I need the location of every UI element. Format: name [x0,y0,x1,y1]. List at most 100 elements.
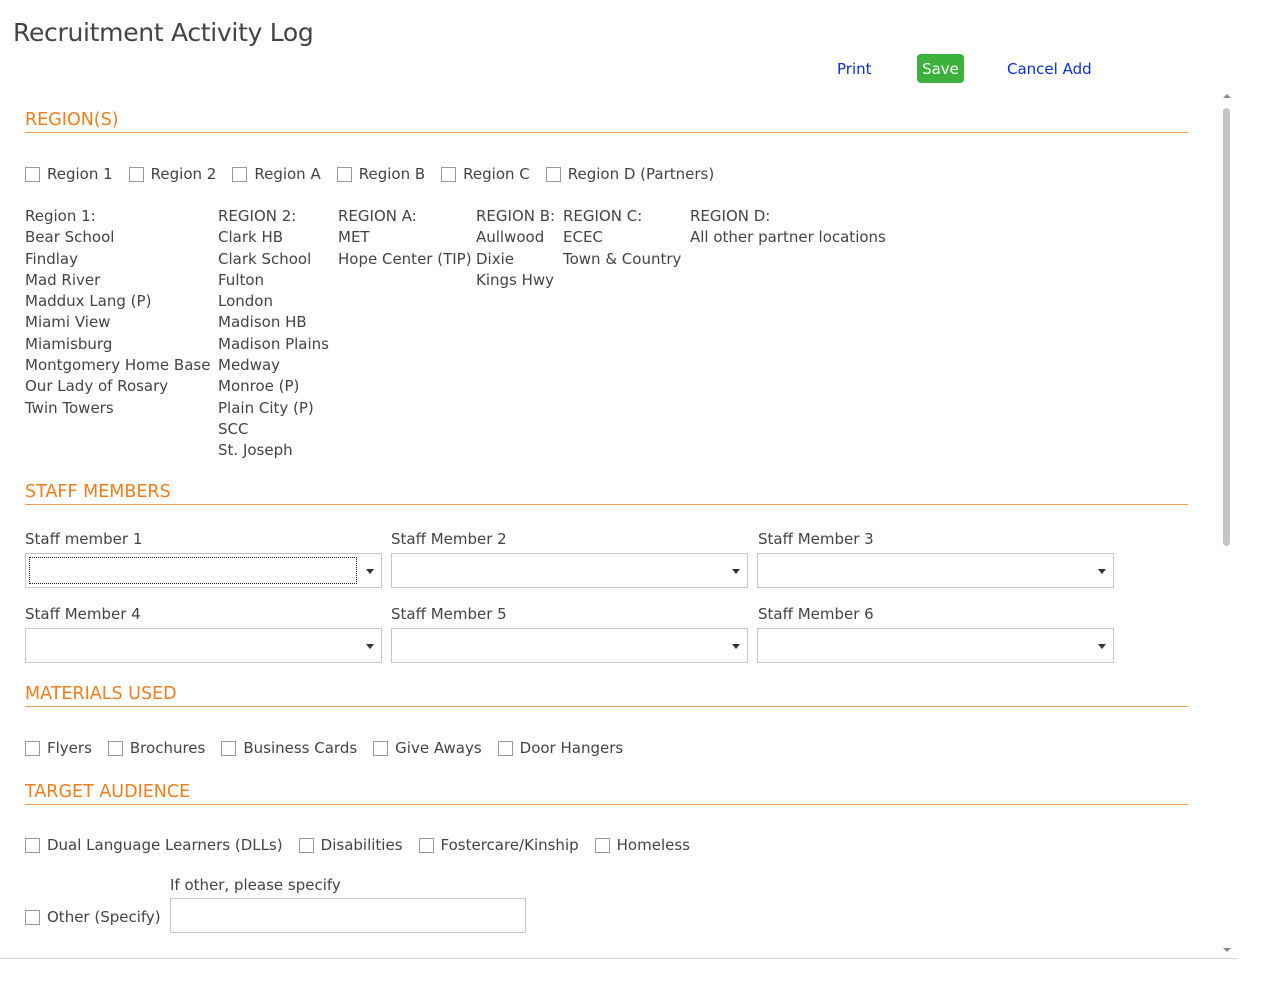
location-item: Kings Hwy [476,270,555,289]
location-item: Hope Center (TIP) [338,249,472,268]
location-item: ECEC [563,228,603,247]
form-scroll-area: REGION(S) Region 1 Region 2 Region A Reg… [0,90,1238,958]
staff-member-6-select[interactable] [757,628,1114,663]
materials-checkbox-row: Flyers Brochures Business Cards Give Awa… [25,739,639,757]
region-heading: REGION A: [338,207,417,225]
staff-member-2-label: Staff Member 2 [391,530,507,548]
checkbox-box[interactable] [497,740,513,756]
location-item: All other partner locations [690,228,886,247]
checkbox-box[interactable] [336,166,352,182]
checkbox-box[interactable] [373,740,389,756]
checkbox-box[interactable] [441,166,457,182]
checkbox-box[interactable] [232,166,248,182]
checkbox-box[interactable] [221,740,237,756]
location-item: Clark HB [218,228,284,247]
audience-checkbox-row: Dual Language Learners (DLLs) Disabiliti… [25,836,706,854]
location-item: Findlay [25,249,78,268]
staff-member-3-label: Staff Member 3 [758,530,874,548]
checkbox-box[interactable] [107,740,123,756]
scroll-down-arrow-icon[interactable] [1223,948,1231,952]
location-item: Medway [218,356,281,375]
staff-member-3-select[interactable] [757,553,1114,588]
region-heading: REGION D: [690,207,771,225]
region-heading: REGION B: [476,207,556,225]
chevron-down-icon [732,644,740,649]
other-specify-input[interactable] [170,898,526,933]
checkbox-box[interactable] [25,166,40,182]
brochures-checkbox[interactable]: Brochures [107,739,205,757]
focus-ring [29,557,357,584]
checkbox-box[interactable] [545,166,561,182]
location-item: Plain City (P) [218,398,314,417]
location-item: Town & Country [563,249,682,268]
business-cards-checkbox[interactable]: Business Cards [221,739,357,757]
staff-member-5-select[interactable] [391,628,748,663]
location-item: Dixie [476,249,514,268]
staff-member-6-label: Staff Member 6 [758,605,874,623]
region-b-checkbox[interactable]: Region B [336,165,425,183]
location-item: Miami View [25,313,111,332]
location-item: Madison Plains [218,334,329,353]
checkbox-box[interactable] [594,837,610,853]
checkbox-box[interactable] [25,837,40,853]
location-item: Twin Towers [25,398,114,417]
location-item: Aullwood [476,228,545,247]
page-title: Recruitment Activity Log [13,18,314,47]
region-c-list: REGION C: ECEC Town & Country [563,206,681,270]
chevron-down-icon [1098,569,1106,574]
location-item: Montgomery Home Base [25,356,211,375]
checkbox-box[interactable] [418,837,434,853]
location-item: Bear School [25,228,115,247]
region-heading: Region 1: [25,207,96,225]
staff-member-4-select[interactable] [25,628,382,663]
location-item: Miamisburg [25,334,113,353]
scrollbar-thumb[interactable] [1223,108,1230,546]
other-checkbox-row: Other (Specify) [25,908,177,926]
homeless-checkbox[interactable]: Homeless [594,836,690,854]
chevron-down-icon [366,644,374,649]
chevron-down-icon [1098,644,1106,649]
location-item: MET [338,228,370,247]
section-header-audience: TARGET AUDIENCE [25,782,1188,805]
checkbox-box[interactable] [128,166,144,182]
cancel-add-link[interactable]: Cancel Add [1007,60,1092,78]
region-1-list: Region 1: Bear School Findlay Mad River … [25,206,210,419]
region-b-list: REGION B: Aullwood Dixie Kings Hwy [476,206,555,291]
section-header-staff: STAFF MEMBERS [25,482,1188,505]
checkbox-box[interactable] [25,740,40,756]
region-2-checkbox[interactable]: Region 2 [128,165,216,183]
staff-member-1-select[interactable] [25,553,382,588]
location-item: Monroe (P) [218,377,300,396]
checkbox-box[interactable] [25,909,40,925]
region-d-checkbox[interactable]: Region D (Partners) [545,165,714,183]
other-specify-label: If other, please specify [170,876,341,894]
vertical-scrollbar[interactable] [1219,90,1235,958]
region-a-checkbox[interactable]: Region A [232,165,321,183]
scroll-up-arrow-icon[interactable] [1223,94,1231,98]
location-item: London [218,292,273,311]
region-heading: REGION 2: [218,207,297,225]
location-item: Clark School [218,249,312,268]
divider [0,958,1238,959]
other-specify-checkbox[interactable]: Other (Specify) [25,908,161,926]
flyers-checkbox[interactable]: Flyers [25,739,92,757]
staff-member-1-label: Staff member 1 [25,530,143,548]
region-heading: REGION C: [563,207,643,225]
region-c-checkbox[interactable]: Region C [441,165,530,183]
disabilities-checkbox[interactable]: Disabilities [298,836,403,854]
region-1-checkbox[interactable]: Region 1 [25,165,113,183]
checkbox-box[interactable] [298,837,314,853]
toolbar: Print Save Cancel Add [0,54,1269,84]
staff-member-2-select[interactable] [391,553,748,588]
print-link[interactable]: Print [837,60,872,78]
chevron-down-icon [366,569,374,574]
section-header-regions: REGION(S) [25,110,1188,133]
save-button[interactable]: Save [917,54,964,83]
staff-member-4-label: Staff Member 4 [25,605,141,623]
location-item: St. Joseph [218,441,293,460]
dll-checkbox[interactable]: Dual Language Learners (DLLs) [25,836,283,854]
region-checkbox-row: Region 1 Region 2 Region A Region B Regi… [25,165,730,183]
fostercare-checkbox[interactable]: Fostercare/Kinship [418,836,579,854]
door-hangers-checkbox[interactable]: Door Hangers [497,739,623,757]
give-aways-checkbox[interactable]: Give Aways [373,739,482,757]
